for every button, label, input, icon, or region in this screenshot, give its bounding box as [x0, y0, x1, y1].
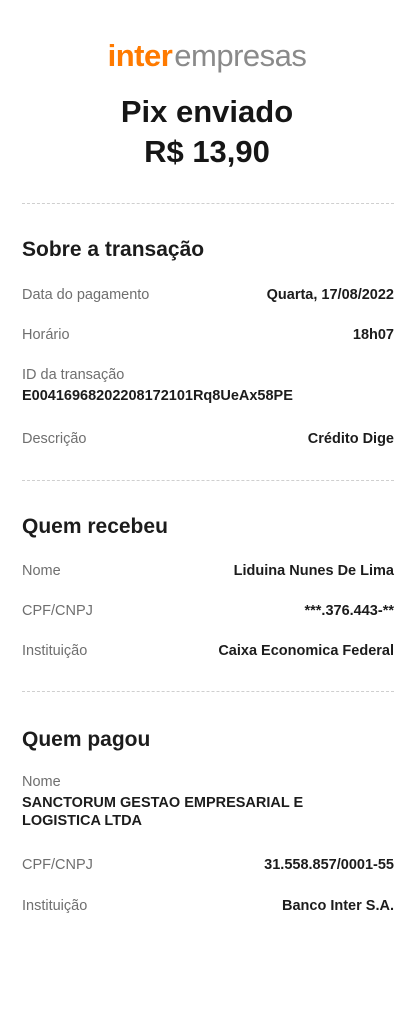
- row-cpf-pagou: CPF/CNPJ 31.558.857/0001-55: [22, 857, 394, 877]
- divider: [22, 203, 394, 204]
- row-instituicao-pagou: Instituição Banco Inter S.A.: [22, 898, 394, 918]
- instituicao-label: Instituição: [22, 643, 88, 659]
- cpf-value: 31.558.857/0001-55: [264, 857, 394, 873]
- nome-label: Nome: [22, 563, 61, 579]
- data-label: Data do pagamento: [22, 287, 150, 303]
- cpf-value: ***.376.443-**: [304, 603, 395, 619]
- logo-sub: empresas: [174, 38, 307, 73]
- data-value: Quarta, 17/08/2022: [266, 287, 394, 303]
- row-nome-pagou: Nome SANCTORUM GESTAO EMPRESARIAL E LOGI…: [22, 774, 394, 830]
- page-title: Pix enviado: [120, 94, 294, 129]
- horario-label: Horário: [22, 327, 70, 343]
- row-id-transacao: ID da transação E00416968202208172101Rq8…: [22, 367, 394, 405]
- nome-value: SANCTORUM GESTAO EMPRESARIAL E LOGISTICA…: [22, 795, 304, 829]
- logo-brand: inter: [107, 38, 173, 73]
- instituicao-value: Caixa Economica Federal: [218, 643, 394, 659]
- row-instituicao-recebeu: Instituição Caixa Economica Federal: [22, 643, 394, 663]
- instituicao-value: Banco Inter S.A.: [282, 898, 394, 914]
- divider: [22, 480, 394, 481]
- nome-label: Nome: [22, 774, 61, 790]
- nome-value: Liduina Nunes De Lima: [233, 563, 394, 579]
- row-descricao: Descrição Crédito Dige: [22, 431, 394, 451]
- descricao-value: Crédito Dige: [307, 431, 394, 447]
- id-value: E00416968202208172101Rq8UeAx58PE: [22, 388, 293, 404]
- divider: [22, 691, 394, 692]
- section-title-recebeu: Quem recebeu: [22, 515, 168, 538]
- id-label: ID da transação: [22, 367, 125, 383]
- cpf-label: CPF/CNPJ: [22, 857, 93, 873]
- section-title-pagou: Quem pagou: [22, 728, 151, 751]
- row-horario: Horário 18h07: [22, 327, 394, 347]
- instituicao-label: Instituição: [22, 898, 88, 914]
- cpf-label: CPF/CNPJ: [22, 603, 93, 619]
- row-cpf-recebeu: CPF/CNPJ ***.376.443-**: [22, 603, 394, 623]
- horario-value: 18h07: [352, 327, 394, 343]
- section-title-transacao: Sobre a transação: [22, 238, 205, 261]
- row-data-pagamento: Data do pagamento Quarta, 17/08/2022: [22, 287, 394, 307]
- transfer-amount: R$ 13,90: [144, 134, 270, 169]
- inter-empresas-logo: interempresas: [0, 38, 414, 74]
- row-nome-recebeu: Nome Liduina Nunes De Lima: [22, 563, 394, 583]
- descricao-label: Descrição: [22, 431, 87, 447]
